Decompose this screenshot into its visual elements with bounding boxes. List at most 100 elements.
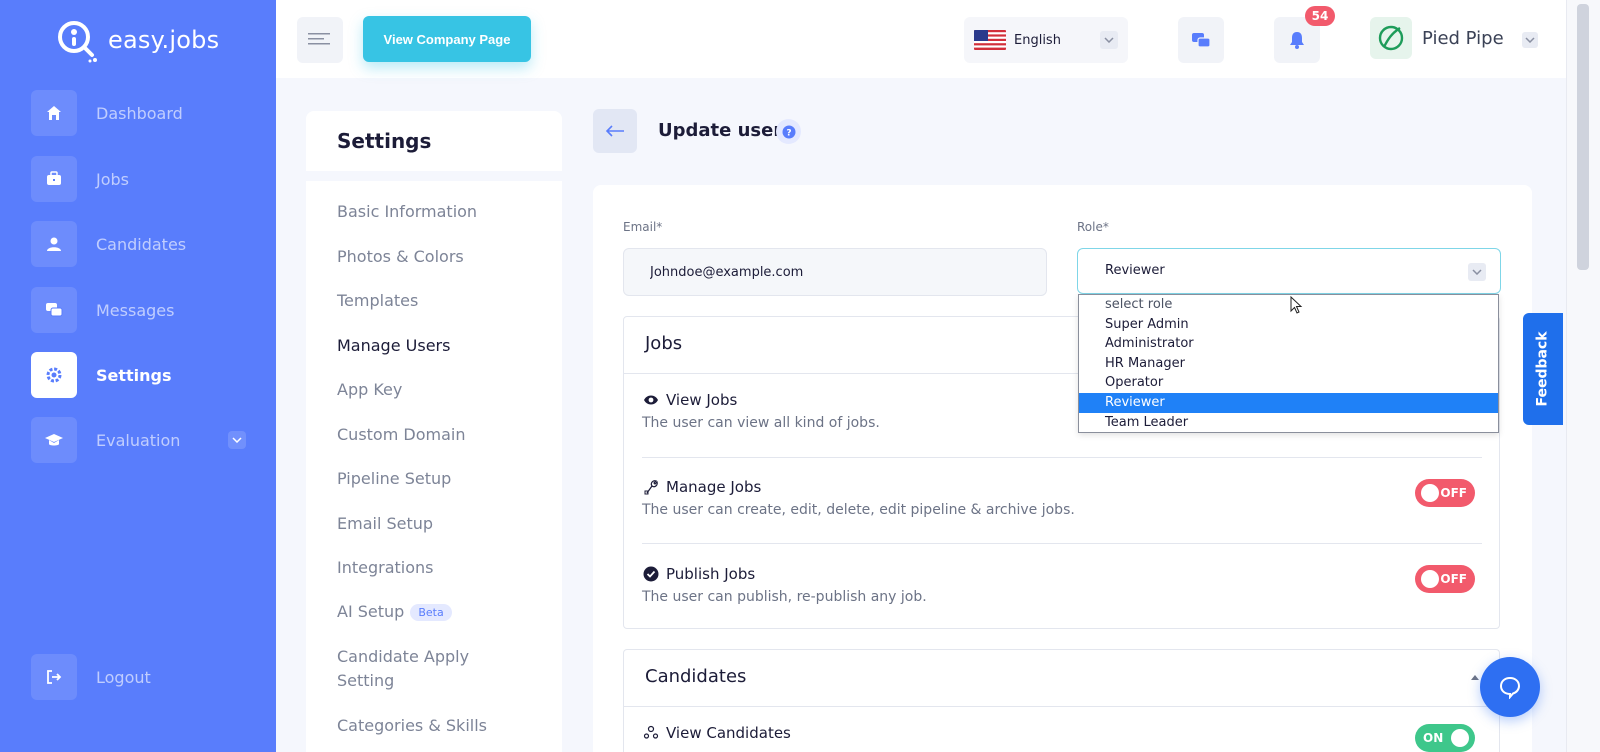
settings-item-pipeline-setup[interactable]: Pipeline Setup [337,469,451,488]
sidebar-item-messages[interactable]: Messages [31,287,251,333]
svg-text:?: ? [786,128,791,138]
sidebar-item-settings[interactable]: Settings [31,352,251,398]
back-button[interactable] [593,109,637,153]
settings-item-candidate-apply[interactable]: Candidate Apply [337,647,469,666]
top-header: View Company Page English 54 Pied Pipe [276,0,1566,78]
us-flag-icon [974,30,1006,50]
user-icon [31,221,77,267]
role-option-reviewer[interactable]: Reviewer [1079,392,1498,413]
divider [642,457,1482,458]
company-name[interactable]: Pied Pipe [1422,28,1504,49]
briefcase-icon [31,156,77,202]
sidebar-item-label: Candidates [96,234,187,254]
settings-item-candidate-apply-setting[interactable]: Setting [337,671,394,690]
settings-item-categories-skills[interactable]: Categories & Skills [337,716,487,735]
language-label: English [1014,32,1061,48]
menu-toggle-button[interactable] [297,17,343,63]
permission-publish-jobs: Publish Jobs The user can publish, re-pu… [642,565,1482,605]
sidebar-item-candidates[interactable]: Candidates [31,221,251,267]
divider [642,543,1482,544]
permission-description: The user can publish, re-publish any job… [642,589,927,605]
settings-item-integrations[interactable]: Integrations [337,558,434,577]
sidebar-item-label: Jobs [96,169,129,189]
role-option-team-leader[interactable]: Team Leader [1079,413,1498,433]
settings-item-ai-setup[interactable]: AI Setup Beta [337,602,452,621]
toggle-label: ON [1423,731,1444,745]
support-chat-button[interactable] [1480,657,1540,717]
page-title: Update user [658,120,783,141]
hamburger-icon [308,33,330,45]
section-title: Candidates [624,650,1499,707]
eye-icon [642,391,660,409]
messages-button[interactable] [1178,17,1224,63]
sidebar-item-label: Dashboard [96,103,183,123]
graduation-cap-icon [31,417,77,463]
chevron-down-icon [1100,31,1118,49]
permission-description: The user can create, edit, delete, edit … [642,502,1075,518]
settings-item-email-setup[interactable]: Email Setup [337,514,433,533]
gear-icon [31,352,77,398]
home-icon [31,90,77,136]
update-user-form: Email* Role* Reviewer Jobs View Jobs The… [593,185,1532,752]
chat-icon [31,287,77,333]
section-title-text: Candidates [645,666,747,687]
settings-item-app-key[interactable]: App Key [337,380,402,399]
check-circle-icon [642,565,660,583]
settings-item-manage-users[interactable]: Manage Users [337,336,450,355]
notification-count-badge: 54 [1305,6,1335,26]
role-option-hr-manager[interactable]: HR Manager [1079,354,1498,374]
brand-name: easy.jobs [108,26,220,54]
logout-icon [31,654,77,700]
settings-menu-title: Settings [306,111,562,171]
settings-item-custom-domain[interactable]: Custom Domain [337,425,465,444]
manage-jobs-toggle[interactable]: OFF [1415,479,1475,507]
chevron-down-icon[interactable] [228,431,246,449]
role-option-operator[interactable]: Operator [1079,373,1498,393]
view-company-page-button[interactable]: View Company Page [363,16,531,62]
arrow-left-icon [605,125,624,137]
feedback-tab[interactable]: Feedback [1523,313,1563,425]
chat-bubble-icon [1499,676,1521,699]
role-selected-value: Reviewer [1105,263,1165,278]
sidebar-item-jobs[interactable]: Jobs [31,156,251,202]
easyjobs-logo-icon [54,17,100,63]
mouse-cursor-icon [1290,296,1303,314]
feedback-label: Feedback [1535,331,1551,407]
bell-icon [1290,32,1304,49]
language-selector[interactable]: English [964,17,1128,63]
toggle-knob [1421,570,1439,588]
sidebar: easy.jobs Dashboard Jobs Candidates Mess… [0,0,276,752]
email-field[interactable] [623,248,1047,296]
toggle-label: OFF [1440,572,1467,586]
toggle-knob [1451,729,1469,747]
sidebar-item-label: Settings [96,365,172,385]
publish-jobs-toggle[interactable]: OFF [1415,565,1475,593]
sidebar-item-label: Messages [96,300,175,320]
chevron-down-icon [1468,263,1486,281]
settings-item-photos-colors[interactable]: Photos & Colors [337,247,464,266]
view-candidates-toggle[interactable]: ON [1415,724,1475,752]
page-scrollbar[interactable] [1566,0,1600,752]
role-option-super-admin[interactable]: Super Admin [1079,315,1498,335]
permission-view-candidates: View Candidates [642,724,1482,742]
caret-up-icon[interactable] [1469,672,1481,684]
chevron-down-icon[interactable] [1522,32,1538,48]
toggle-label: OFF [1440,486,1467,500]
brand-logo[interactable]: easy.jobs [54,16,219,64]
company-logo-icon[interactable] [1370,17,1412,59]
role-select[interactable]: Reviewer [1077,248,1501,294]
scrollbar-thumb[interactable] [1577,4,1589,270]
sidebar-item-label: Logout [96,667,151,687]
role-option-select-role[interactable]: select role [1079,295,1498,315]
role-option-administrator[interactable]: Administrator [1079,334,1498,354]
permission-title: Publish Jobs [666,565,756,583]
permission-title: Manage Jobs [666,478,762,496]
role-label: Role* [1077,220,1109,234]
role-dropdown-list: select role Super Admin Administrator HR… [1078,294,1499,433]
settings-item-templates[interactable]: Templates [337,291,418,310]
sidebar-item-evaluation[interactable]: Evaluation [31,417,251,463]
sidebar-item-dashboard[interactable]: Dashboard [31,90,251,136]
sidebar-item-logout[interactable]: Logout [31,654,251,700]
settings-item-basic-information[interactable]: Basic Information [337,202,477,221]
help-icon[interactable]: ? [776,119,801,144]
